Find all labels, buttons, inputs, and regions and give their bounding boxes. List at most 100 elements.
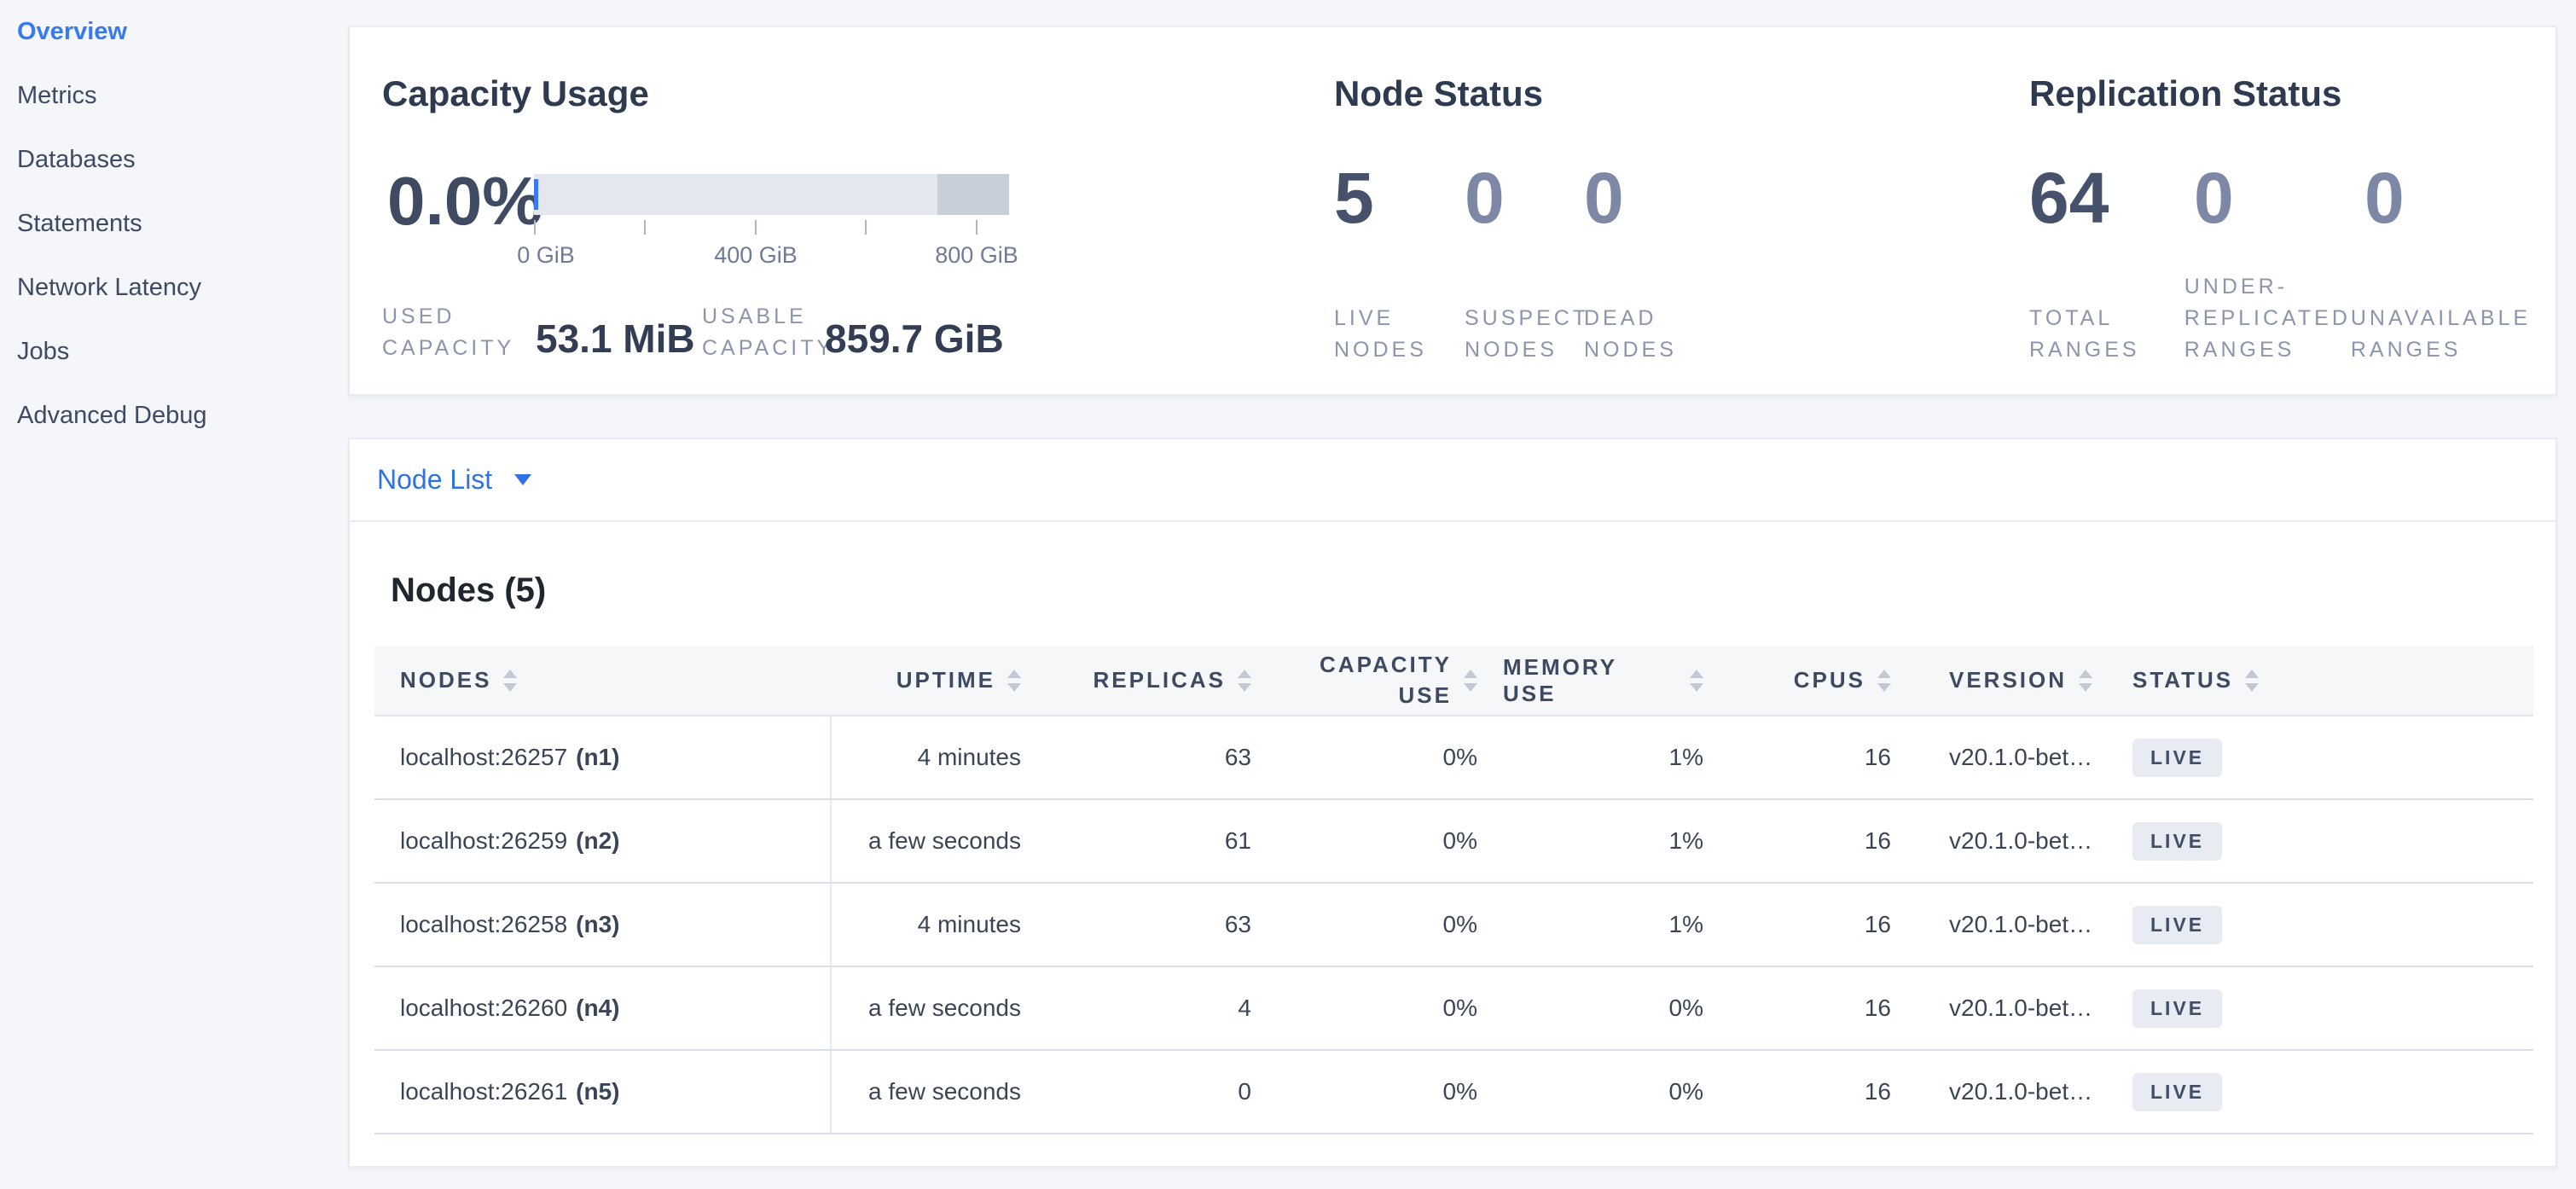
sort-icon xyxy=(1877,670,1891,692)
capacity-use-cell: 0% xyxy=(1277,800,1503,882)
sidebar-item-advanced-debug[interactable]: Advanced Debug xyxy=(0,384,341,448)
under-replicated-ranges-count: 0 xyxy=(2194,162,2364,234)
sidebar-item-network-latency[interactable]: Network Latency xyxy=(0,256,341,320)
col-header-version[interactable]: VERSION xyxy=(1917,646,2109,715)
axis-tick xyxy=(755,220,757,235)
used-capacity-value: 53.1 MiB xyxy=(536,316,695,362)
cluster-overview-page: Overview Metrics Databases Statements Ne… xyxy=(0,0,2576,1189)
table-row: localhost:26257(n1) 4 minutes 63 0% 1% 1… xyxy=(374,716,2533,800)
sidebar-item-metrics[interactable]: Metrics xyxy=(0,64,341,128)
axis-tick xyxy=(976,220,978,235)
col-header-filler xyxy=(2279,646,2533,715)
col-header-replicas[interactable]: REPLICAS xyxy=(1047,646,1277,715)
total-ranges-count: 64 xyxy=(2029,162,2194,234)
version-cell: v20.1.0-bet… xyxy=(1917,884,2109,966)
version-cell: v20.1.0-bet… xyxy=(1917,716,2109,798)
version-cell: v20.1.0-bet… xyxy=(1917,800,2109,882)
suspect-nodes-label: SUSPECT NODES xyxy=(1465,303,1584,366)
table-row: localhost:26258(n3) 4 minutes 63 0% 1% 1… xyxy=(374,884,2533,967)
node-address-cell[interactable]: localhost:26259(n2) xyxy=(374,800,832,882)
capacity-use-cell: 0% xyxy=(1277,967,1503,1049)
status-badge: LIVE xyxy=(2132,822,2222,861)
cluster-summary-card: Capacity Usage 0.0% 0 GiB 400 GiB 800 Gi… xyxy=(348,26,2557,396)
replicas-cell: 61 xyxy=(1047,800,1277,882)
node-address-cell[interactable]: localhost:26257(n1) xyxy=(374,716,832,798)
cpus-cell: 16 xyxy=(1729,967,1917,1049)
version-cell: v20.1.0-bet… xyxy=(1917,1051,2109,1133)
sidebar-item-overview[interactable]: Overview xyxy=(0,0,341,64)
dead-nodes-count: 0 xyxy=(1584,162,1624,234)
unavailable-ranges-label: UNAVAILABLE RANGES xyxy=(2351,303,2556,366)
sidebar-item-databases[interactable]: Databases xyxy=(0,128,341,192)
memory-use-cell: 1% xyxy=(1503,800,1729,882)
col-header-cpus[interactable]: CPUS xyxy=(1729,646,1917,715)
axis-tick xyxy=(865,220,867,235)
table-row: localhost:26259(n2) a few seconds 61 0% … xyxy=(374,800,2533,884)
cpus-cell: 16 xyxy=(1729,716,1917,798)
replicas-cell: 0 xyxy=(1047,1051,1277,1133)
capacity-use-cell: 0% xyxy=(1277,1051,1503,1133)
status-badge: LIVE xyxy=(2132,1073,2222,1111)
nodes-count-heading: Nodes (5) xyxy=(391,571,546,610)
capacity-gauge-used-segment xyxy=(534,179,538,210)
replication-status-title: Replication Status xyxy=(2029,73,2341,114)
sidebar-item-statements[interactable]: Statements xyxy=(0,192,341,256)
uptime-cell: 4 minutes xyxy=(832,884,1047,966)
capacity-percent: 0.0% xyxy=(387,162,542,241)
filler-cell xyxy=(2279,800,2533,882)
unavailable-ranges-count: 0 xyxy=(2364,162,2405,234)
table-row: localhost:26260(n4) a few seconds 4 0% 0… xyxy=(374,967,2533,1051)
status-badge: LIVE xyxy=(2132,989,2222,1028)
filler-cell xyxy=(2279,884,2533,966)
col-header-nodes[interactable]: NODES xyxy=(374,646,832,715)
col-header-status[interactable]: STATUS xyxy=(2109,646,2279,715)
usable-capacity-value: 859.7 GiB xyxy=(825,316,1004,362)
node-list-dropdown-label: Node List xyxy=(377,464,492,496)
axis-tick xyxy=(534,220,536,235)
status-cell: LIVE xyxy=(2109,884,2279,966)
table-row: localhost:26261(n5) a few seconds 0 0% 0… xyxy=(374,1051,2533,1134)
under-replicated-ranges-label: UNDER-REPLICATED RANGES xyxy=(2184,271,2351,366)
replicas-cell: 63 xyxy=(1047,884,1277,966)
axis-label-800: 800 GiB xyxy=(935,242,1018,269)
sort-icon xyxy=(2079,670,2092,692)
sort-icon xyxy=(1690,670,1703,692)
memory-use-cell: 0% xyxy=(1503,1051,1729,1133)
chevron-down-icon xyxy=(514,474,531,485)
cpus-cell: 16 xyxy=(1729,884,1917,966)
sort-icon xyxy=(503,670,517,692)
version-cell: v20.1.0-bet… xyxy=(1917,967,2109,1049)
replicas-cell: 63 xyxy=(1047,716,1277,798)
sidebar: Overview Metrics Databases Statements Ne… xyxy=(0,0,341,1189)
status-badge: LIVE xyxy=(2132,906,2222,944)
filler-cell xyxy=(2279,716,2533,798)
replication-figures: 64 0 0 xyxy=(2029,162,2405,234)
replication-labels: TOTAL RANGES UNDER-REPLICATED RANGES UNA… xyxy=(2029,296,2556,366)
sort-icon xyxy=(1238,670,1251,692)
uptime-cell: a few seconds xyxy=(832,967,1047,1049)
total-ranges-label: TOTAL RANGES xyxy=(2029,303,2155,366)
col-header-uptime[interactable]: UPTIME xyxy=(832,646,1047,715)
col-header-memory-use[interactable]: MEMORY USE xyxy=(1503,646,1729,715)
node-list-dropdown[interactable]: Node List xyxy=(377,464,531,496)
sidebar-item-jobs[interactable]: Jobs xyxy=(0,320,341,384)
node-address-cell[interactable]: localhost:26261(n5) xyxy=(374,1051,832,1133)
status-cell: LIVE xyxy=(2109,716,2279,798)
axis-label-0: 0 GiB xyxy=(517,242,575,269)
nodes-table-header: NODES UPTIME REPLICAS CAPACITY USE MEMOR… xyxy=(374,646,2533,716)
memory-use-cell: 0% xyxy=(1503,967,1729,1049)
capacity-use-cell: 0% xyxy=(1277,716,1503,798)
sort-icon xyxy=(1464,670,1477,692)
node-address-cell[interactable]: localhost:26260(n4) xyxy=(374,967,832,1049)
axis-tick xyxy=(644,220,646,235)
replicas-cell: 4 xyxy=(1047,967,1277,1049)
nodes-table: NODES UPTIME REPLICAS CAPACITY USE MEMOR… xyxy=(374,646,2533,1134)
sort-icon xyxy=(2245,670,2259,692)
col-header-capacity-use[interactable]: CAPACITY USE xyxy=(1277,646,1503,715)
uptime-cell: a few seconds xyxy=(832,800,1047,882)
filler-cell xyxy=(2279,967,2533,1049)
status-cell: LIVE xyxy=(2109,967,2279,1049)
node-status-figures: 5 0 0 xyxy=(1334,162,1624,234)
capacity-gauge-reserved-segment xyxy=(937,174,1009,215)
node-address-cell[interactable]: localhost:26258(n3) xyxy=(374,884,832,966)
